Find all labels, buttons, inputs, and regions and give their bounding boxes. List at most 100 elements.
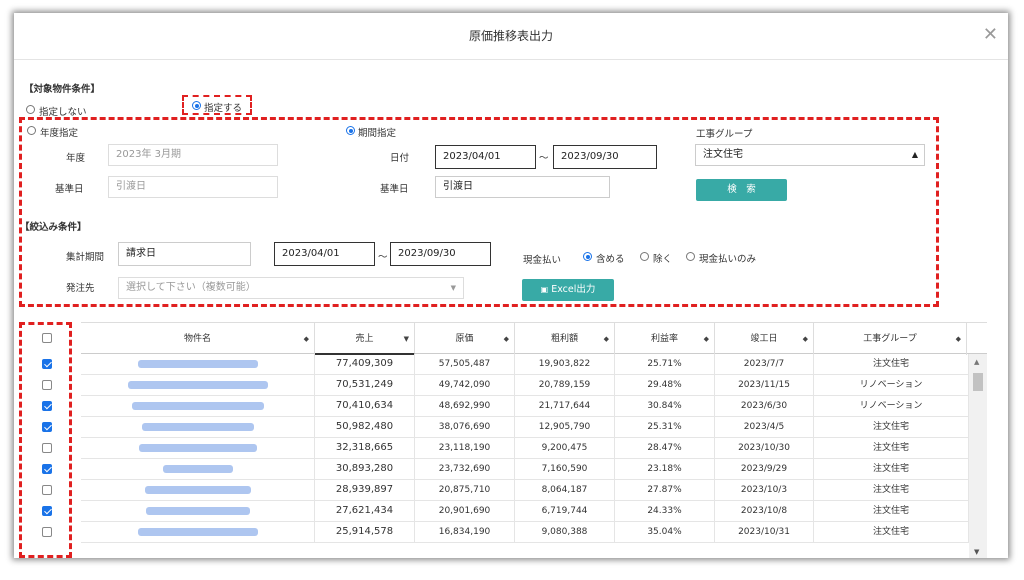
radio-specify[interactable]: [192, 101, 201, 110]
gross-cell: 12,905,790: [515, 417, 615, 437]
property-name-cell[interactable]: [81, 459, 315, 479]
radio-cash-exclude[interactable]: [640, 252, 649, 261]
property-name-cell[interactable]: [81, 480, 315, 500]
header-cost[interactable]: 原価 ◆: [415, 323, 515, 355]
table-row[interactable]: 25,914,578 16,834,190 9,080,388 35.04% 2023/…: [81, 522, 987, 543]
date-cell: 2023/10/8: [715, 501, 814, 521]
radio-cash-only-label: 現金払いのみ: [699, 254, 757, 265]
rate-cell: 24.33%: [615, 501, 715, 521]
radio-period[interactable]: [346, 126, 355, 135]
date-cell: 2023/4/5: [715, 417, 814, 437]
table-row[interactable]: 77,409,309 57,505,487 19,903,822 25.71% 2023…: [81, 354, 987, 375]
group-select[interactable]: 注文住宅 ▲: [695, 144, 925, 166]
group-cell: 注文住宅: [814, 354, 969, 374]
agg-label: 集計期間: [66, 252, 105, 263]
group-cell: リノベーション: [814, 375, 969, 395]
property-name-cell[interactable]: [81, 417, 315, 437]
close-icon[interactable]: ✕: [983, 25, 998, 45]
group-label: 工事グループ: [696, 129, 753, 140]
rate-cell: 27.87%: [615, 480, 715, 500]
year-field[interactable]: 2023年 3月期: [108, 144, 278, 166]
header-gross[interactable]: 粗利額 ◆: [515, 323, 615, 355]
date-tilde: ～: [539, 153, 549, 164]
highlight-checkbox-column: [19, 322, 72, 558]
redacted-text: [131, 402, 264, 410]
search-button[interactable]: 検 索: [696, 179, 787, 201]
radio-cash-only[interactable]: [686, 252, 695, 261]
rate-cell: 25.71%: [615, 354, 715, 374]
base-date2-field[interactable]: 引渡日: [435, 176, 610, 198]
property-name-cell[interactable]: [81, 438, 315, 458]
gross-cell: 6,719,744: [515, 501, 615, 521]
row-checkbox[interactable]: [42, 464, 52, 474]
row-checkbox[interactable]: [42, 485, 52, 495]
header-gross-label: 粗利額: [550, 334, 578, 344]
property-name-cell[interactable]: [81, 396, 315, 416]
row-checkbox[interactable]: [42, 527, 52, 537]
date-to-field[interactable]: 2023/09/30: [553, 145, 657, 169]
gross-cell: 9,200,475: [515, 438, 615, 458]
table-row[interactable]: 32,318,665 23,118,190 9,200,475 28.47% 2023/…: [81, 438, 987, 459]
gross-cell: 20,789,159: [515, 375, 615, 395]
header-sales-label: 売上: [355, 334, 374, 344]
sales-cell: 25,914,578: [315, 522, 415, 542]
property-name-cell[interactable]: [81, 354, 315, 374]
date-from-field[interactable]: 2023/04/01: [435, 145, 536, 169]
radio-not-specify[interactable]: [26, 105, 35, 114]
scroll-up-icon[interactable]: ▲: [974, 358, 979, 366]
sort-icon: ◆: [603, 335, 609, 343]
header-property[interactable]: 物件名 ◆: [81, 323, 315, 355]
base-date-field[interactable]: 引渡日: [108, 176, 278, 198]
select-all-checkbox[interactable]: [42, 333, 52, 343]
row-checkbox[interactable]: [42, 506, 52, 516]
header-sales[interactable]: 売上 ▼: [315, 323, 415, 355]
header-rate[interactable]: 利益率 ◆: [615, 323, 715, 355]
date-cell: 2023/11/15: [715, 375, 814, 395]
table-row[interactable]: 27,621,434 20,901,690 6,719,744 24.33% 2023/…: [81, 501, 987, 522]
row-checkbox[interactable]: [42, 401, 52, 411]
header-group[interactable]: 工事グループ ◆: [814, 323, 967, 355]
base-date-label: 基準日: [55, 184, 84, 195]
sort-icon: ◆: [303, 335, 309, 343]
radio-specify-label: 指定する: [204, 103, 243, 114]
excel-export-button[interactable]: ▣ Excel出力: [522, 279, 614, 301]
chevron-down-icon: ▼: [450, 284, 456, 292]
sort-icon: ◆: [955, 335, 961, 343]
row-checkbox[interactable]: [42, 443, 52, 453]
table-row[interactable]: 30,893,280 23,732,690 7,160,590 23.18% 2023/…: [81, 459, 987, 480]
radio-year[interactable]: [27, 126, 36, 135]
gross-cell: 7,160,590: [515, 459, 615, 479]
property-name-cell[interactable]: [81, 375, 315, 395]
table-row[interactable]: 70,410,634 48,692,990 21,717,644 30.84% 2023…: [81, 396, 987, 417]
scrollbar[interactable]: ▲ ▼: [969, 354, 987, 558]
property-name-cell[interactable]: [81, 501, 315, 521]
radio-not-specify-label: 指定しない: [39, 107, 87, 118]
table-row[interactable]: 50,982,480 38,076,690 12,905,790 25.31% 2023…: [81, 417, 987, 438]
row-checkbox[interactable]: [42, 380, 52, 390]
row-checkbox[interactable]: [42, 359, 52, 369]
property-name-cell[interactable]: [81, 522, 315, 542]
table-row[interactable]: 28,939,897 20,875,710 8,064,187 27.87% 2023/…: [81, 480, 987, 501]
radio-cash-include[interactable]: [583, 252, 592, 261]
gross-cell: 9,080,388: [515, 522, 615, 542]
scroll-down-icon[interactable]: ▼: [974, 548, 979, 556]
agg-tilde: ～: [378, 252, 388, 263]
date-cell: 2023/6/30: [715, 396, 814, 416]
header-date[interactable]: 竣工日 ◆: [715, 323, 814, 355]
sort-desc-icon: ▼: [403, 335, 409, 343]
agg-from-field[interactable]: 2023/04/01: [274, 242, 375, 266]
date-cell: 2023/9/29: [715, 459, 814, 479]
agg-to-field[interactable]: 2023/09/30: [390, 242, 491, 266]
vendor-select[interactable]: 選択して下さい（複数可能） ▼: [118, 277, 464, 299]
filter-section-label: 【絞込み条件】: [20, 222, 87, 233]
row-checkbox[interactable]: [42, 422, 52, 432]
redacted-text: [144, 486, 251, 494]
header-date-label: 竣工日: [750, 334, 778, 344]
header-group-label: 工事グループ: [863, 334, 917, 344]
year-label: 年度: [66, 153, 86, 164]
group-select-value: 注文住宅: [703, 149, 743, 160]
group-cell: 注文住宅: [814, 438, 969, 458]
agg-field[interactable]: 請求日: [118, 242, 251, 266]
scrollbar-thumb[interactable]: [973, 373, 983, 391]
table-row[interactable]: 70,531,249 49,742,090 20,789,159 29.48% 2023…: [81, 375, 987, 396]
